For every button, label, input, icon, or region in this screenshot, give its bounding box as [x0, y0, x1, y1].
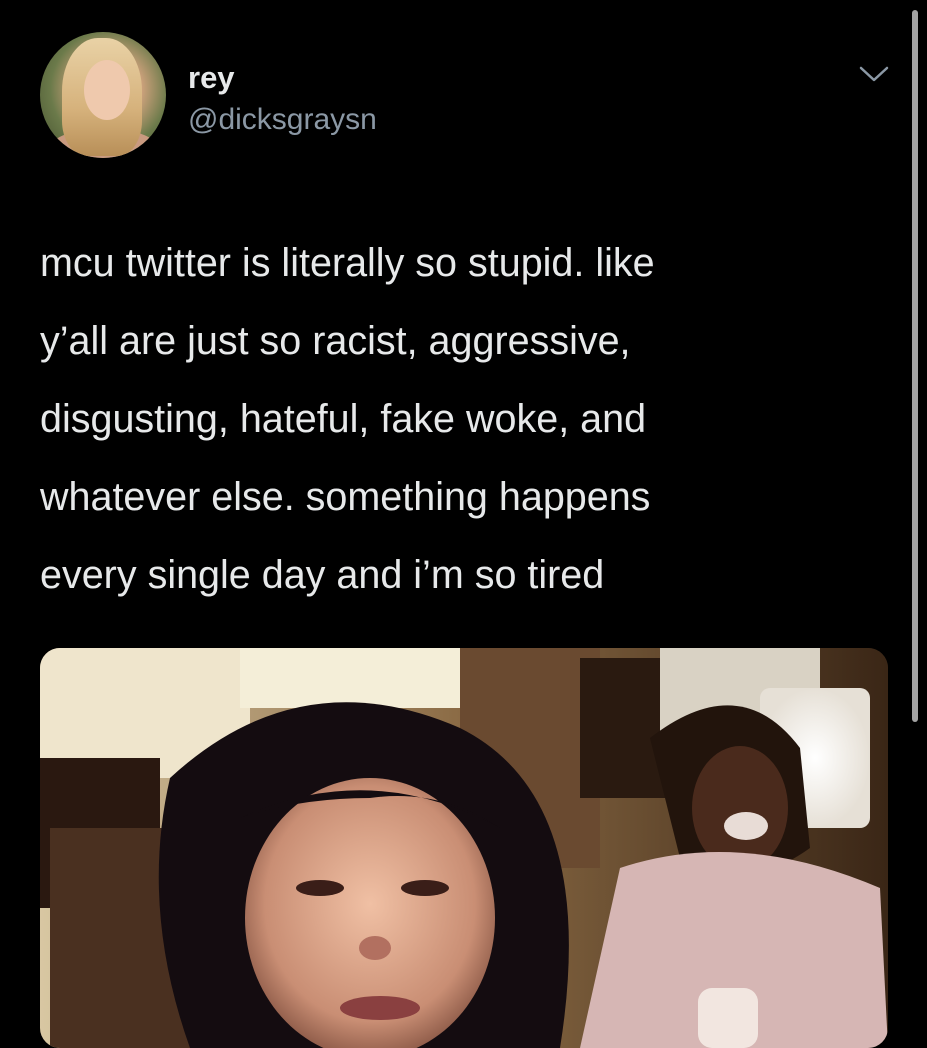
media-image: [40, 648, 888, 1048]
avatar[interactable]: [40, 32, 166, 158]
tweet-text: mcu twitter is literally so stupid. like…: [40, 241, 655, 597]
avatar-face: [84, 60, 130, 120]
tweet: rey @dicksgraysn mcu twitter is literall…: [0, 0, 927, 1048]
chevron-down-icon[interactable]: [858, 62, 890, 86]
scrollbar[interactable]: [912, 10, 918, 722]
author-handle[interactable]: @dicksgraysn: [188, 102, 377, 138]
tweet-media[interactable]: [40, 648, 888, 1048]
author-name[interactable]: rey: [188, 60, 235, 96]
